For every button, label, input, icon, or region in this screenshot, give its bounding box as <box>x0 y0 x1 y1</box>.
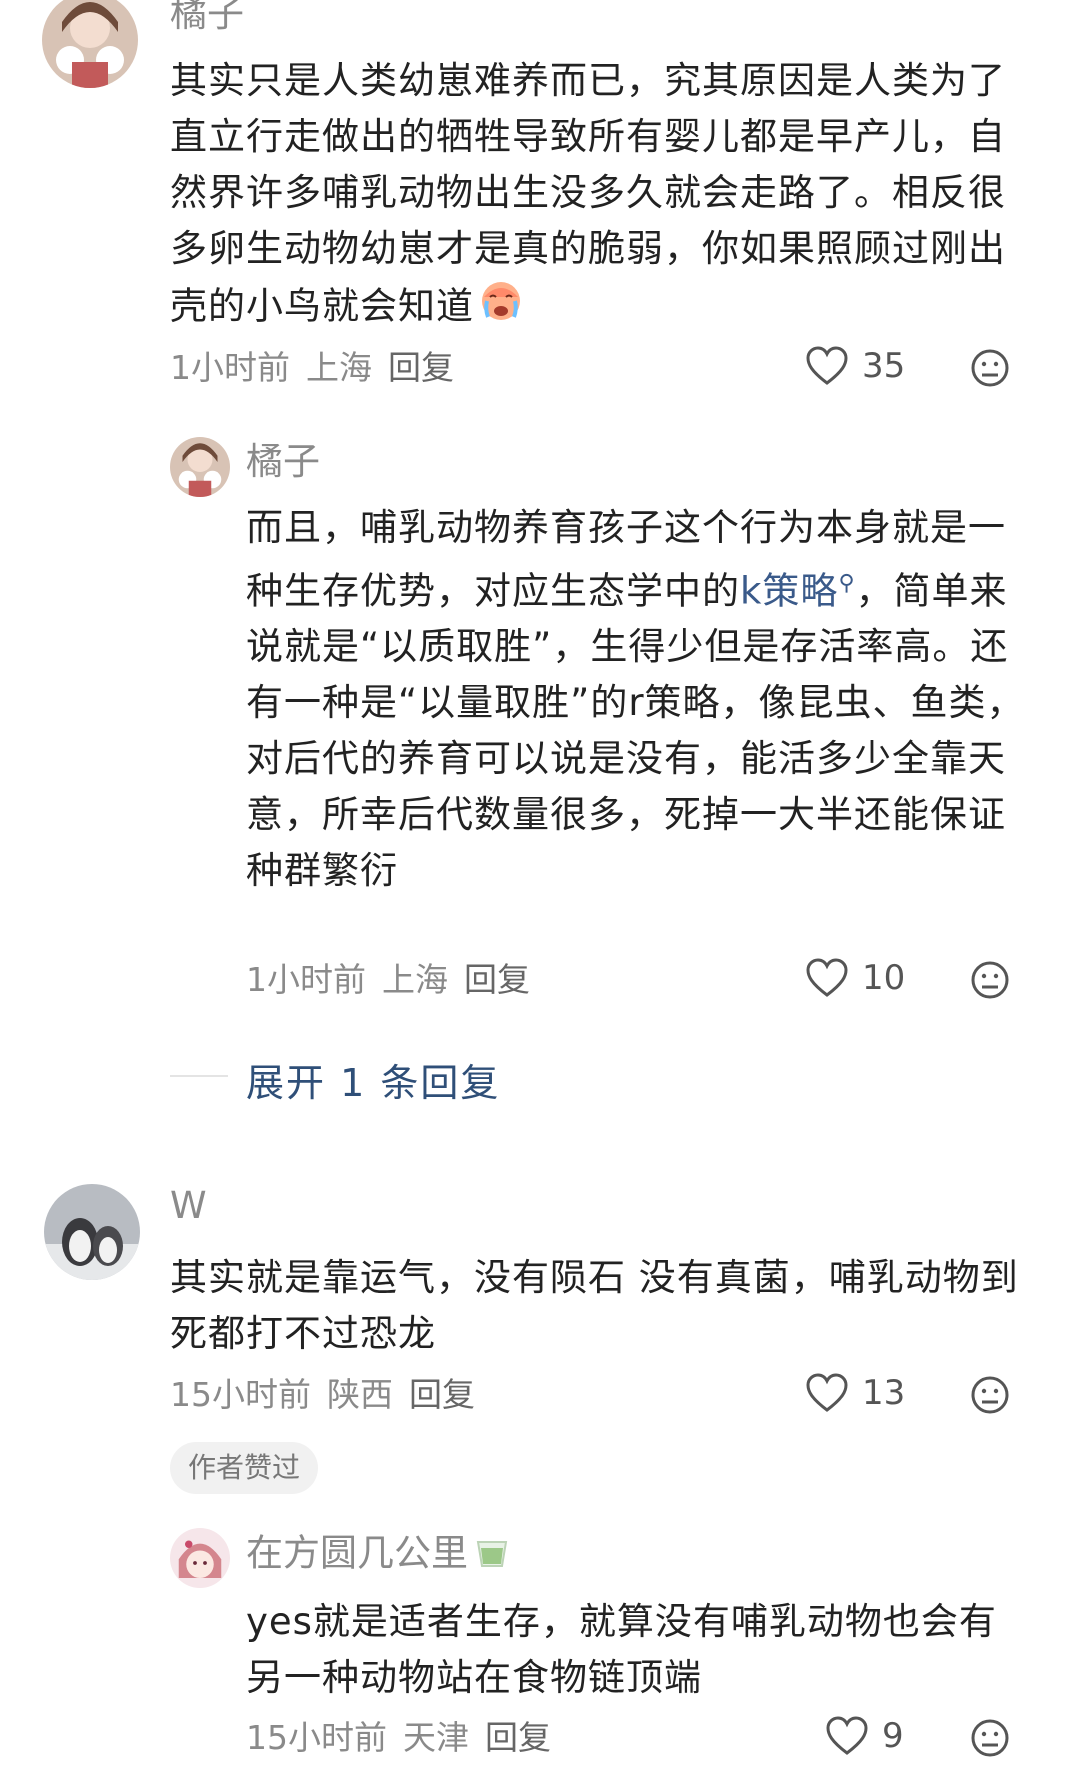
user-avatar[interactable] <box>44 1184 140 1280</box>
username[interactable]: 在方圆几公里 <box>246 1530 510 1580</box>
like-count: 35 <box>862 346 906 386</box>
like-button[interactable]: 13 <box>806 1373 905 1413</box>
dislike-face-icon[interactable] <box>970 960 1010 1000</box>
location: 陕西 <box>327 1375 393 1414</box>
location: 天津 <box>403 1718 469 1757</box>
user-avatar[interactable] <box>42 0 138 88</box>
crying-face-icon <box>478 277 524 339</box>
heart-icon <box>806 958 848 997</box>
user-avatar[interactable] <box>170 437 230 497</box>
heart-icon <box>806 1373 848 1412</box>
comment-text: 而且，哺乳动物养育孩子这个行为本身就是一种生存优势，对应生态学中的k策略⚲，简单… <box>246 506 1025 893</box>
like-count: 9 <box>882 1716 904 1756</box>
comment-meta: 15小时前 天津 回复 <box>246 1718 567 1758</box>
author-liked-badge: 作者赞过 <box>170 1442 319 1494</box>
heart-icon <box>826 1716 868 1755</box>
k-strategy-link[interactable]: k策略 <box>740 569 838 612</box>
dislike-face-icon[interactable] <box>970 1375 1010 1415</box>
comment-text: 其实只是人类幼崽难养而已，究其原因是人类为了直立行走做出的牺牲导致所有婴儿都是早… <box>170 53 1025 339</box>
username[interactable]: 橘子 <box>170 0 244 36</box>
like-button[interactable]: 9 <box>826 1716 904 1756</box>
tea-cup-icon <box>474 1530 510 1580</box>
heart-icon <box>806 346 848 385</box>
reply-button[interactable]: 回复 <box>388 348 454 388</box>
reply-button[interactable]: 回复 <box>409 1375 475 1415</box>
expand-replies-button[interactable]: 展开 1 条回复 <box>246 1052 500 1107</box>
location: 上海 <box>306 348 372 387</box>
search-icon[interactable]: ⚲ <box>838 571 855 596</box>
like-count: 13 <box>862 1373 906 1413</box>
user-avatar[interactable] <box>170 1528 230 1588</box>
like-button[interactable]: 35 <box>806 346 905 386</box>
comment-text: yes就是适者生存，就算没有哺乳动物也会有另一种动物站在食物链顶端 <box>246 1600 997 1699</box>
timestamp: 1小时前 <box>170 348 290 387</box>
reply-button[interactable]: 回复 <box>464 960 530 1000</box>
dislike-face-icon[interactable] <box>970 348 1010 388</box>
dislike-face-icon[interactable] <box>970 1718 1010 1758</box>
comment-meta: 1小时前 上海 回复 <box>246 960 546 1000</box>
timestamp: 1小时前 <box>246 960 366 999</box>
comment-meta: 15小时前 陕西 回复 <box>170 1375 491 1415</box>
comment-text: 其实就是靠运气，没有陨石 没有真菌，哺乳动物到死都打不过恐龙 <box>170 1256 1019 1355</box>
username[interactable]: 橘子 <box>246 440 320 484</box>
like-count: 10 <box>862 958 906 998</box>
reply-button[interactable]: 回复 <box>485 1718 551 1758</box>
comment-meta: 1小时前 上海 回复 <box>170 348 470 388</box>
timestamp: 15小时前 <box>170 1375 311 1414</box>
location: 上海 <box>382 960 448 999</box>
expand-divider <box>170 1075 228 1077</box>
username[interactable]: W <box>170 1184 207 1228</box>
timestamp: 15小时前 <box>246 1718 387 1757</box>
like-button[interactable]: 10 <box>806 958 905 998</box>
